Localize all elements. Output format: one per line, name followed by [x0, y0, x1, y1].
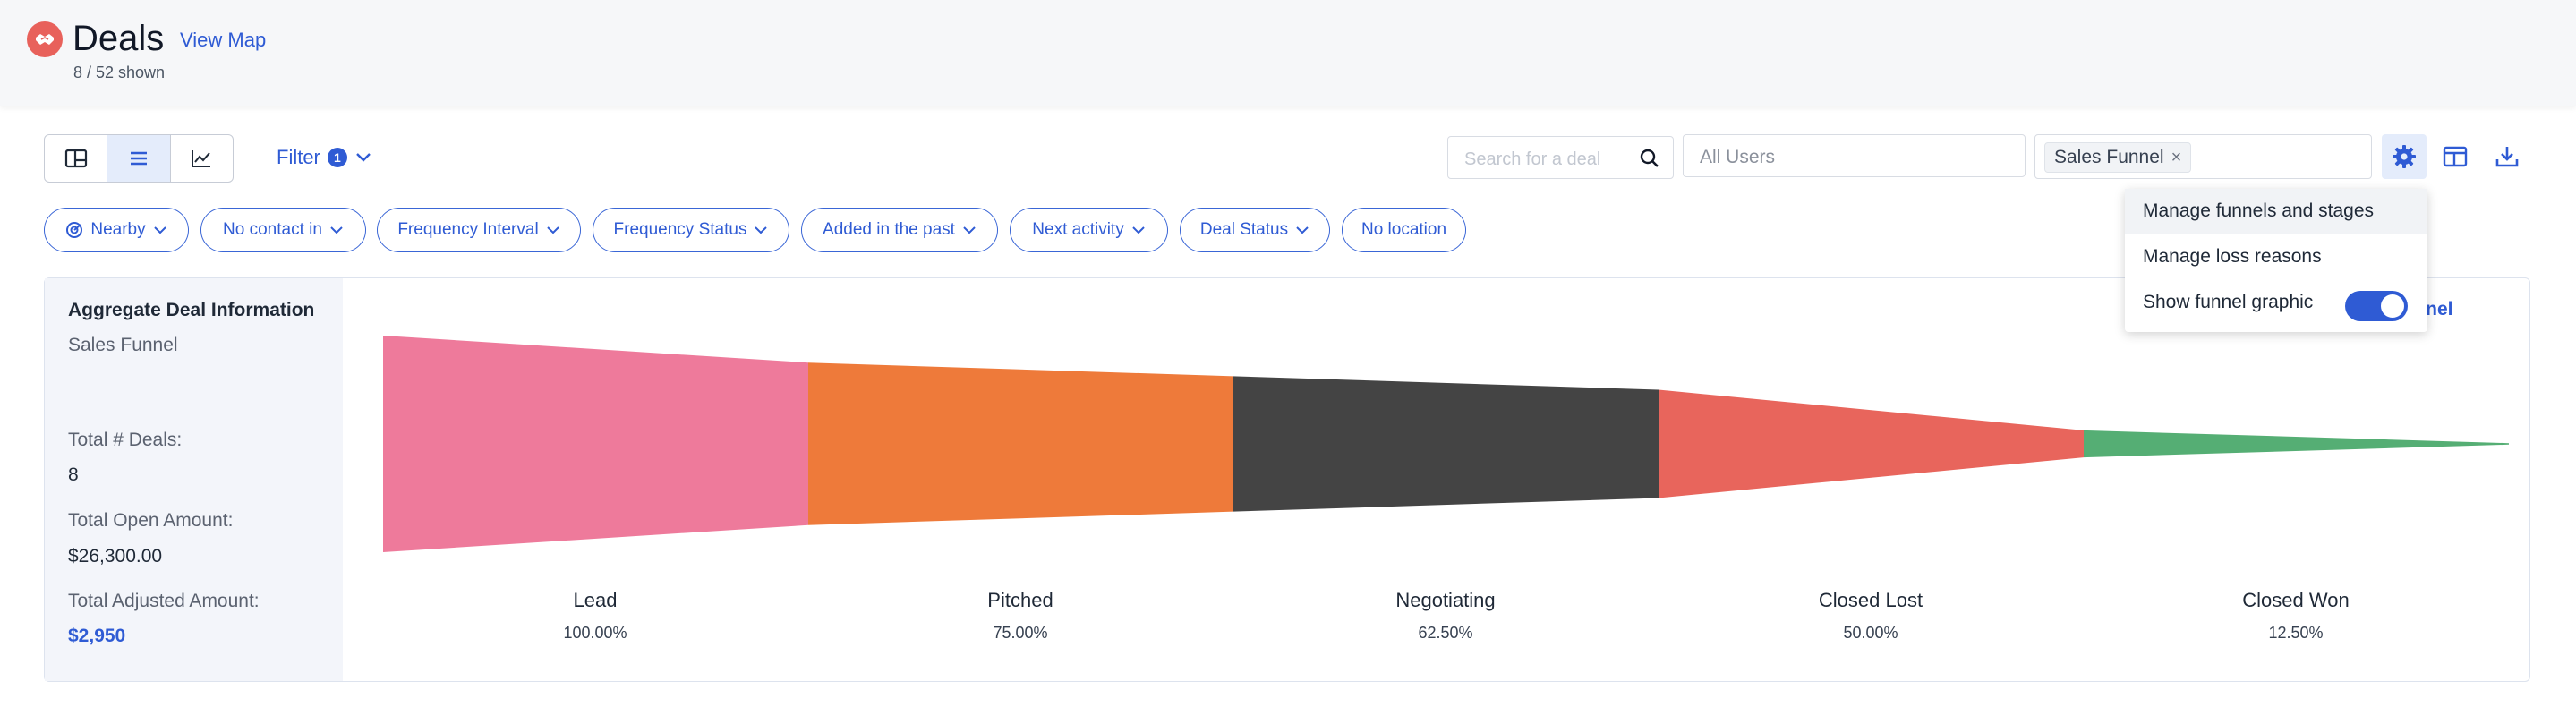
settings-dropdown: Manage funnels and stages Manage loss re… [2125, 189, 2427, 332]
funnel-segment-closed-won[interactable] [2084, 430, 2509, 458]
menu-item-label: Manage funnels and stages [2143, 200, 2375, 221]
stage-percent-pitched: 75.00% [993, 624, 1048, 642]
stage-percent-closed-won: 12.50% [2268, 624, 2324, 642]
stage-name-closed-lost: Closed Lost [1818, 589, 1923, 611]
menu-item-label: Manage loss reasons [2143, 246, 2322, 267]
funnel-segment-lead[interactable] [383, 336, 808, 552]
toggle-knob [2381, 294, 2404, 318]
funnel-graphic-toggle[interactable] [2345, 291, 2408, 321]
stage-name-negotiating: Negotiating [1395, 589, 1496, 611]
stage-percent-negotiating: 62.50% [1418, 624, 1473, 642]
stage-name-pitched: Pitched [987, 589, 1053, 611]
menu-item-show-funnel-graphic[interactable]: Show funnel graphic [2125, 280, 2427, 325]
funnel-segment-pitched[interactable] [808, 362, 1233, 525]
stage-percent-lead: 100.00% [563, 624, 627, 642]
stage-name-lead: Lead [573, 589, 618, 611]
funnel-segment-negotiating[interactable] [1233, 376, 1659, 512]
menu-item-manage-loss-reasons[interactable]: Manage loss reasons [2125, 234, 2427, 279]
stage-name-closed-won: Closed Won [2242, 589, 2350, 611]
menu-item-label: Show funnel graphic [2143, 292, 2314, 312]
stage-percent-closed-lost: 50.00% [1843, 624, 1898, 642]
funnel-segment-closed-lost[interactable] [1659, 389, 2084, 498]
menu-item-manage-funnels[interactable]: Manage funnels and stages [2125, 189, 2427, 234]
